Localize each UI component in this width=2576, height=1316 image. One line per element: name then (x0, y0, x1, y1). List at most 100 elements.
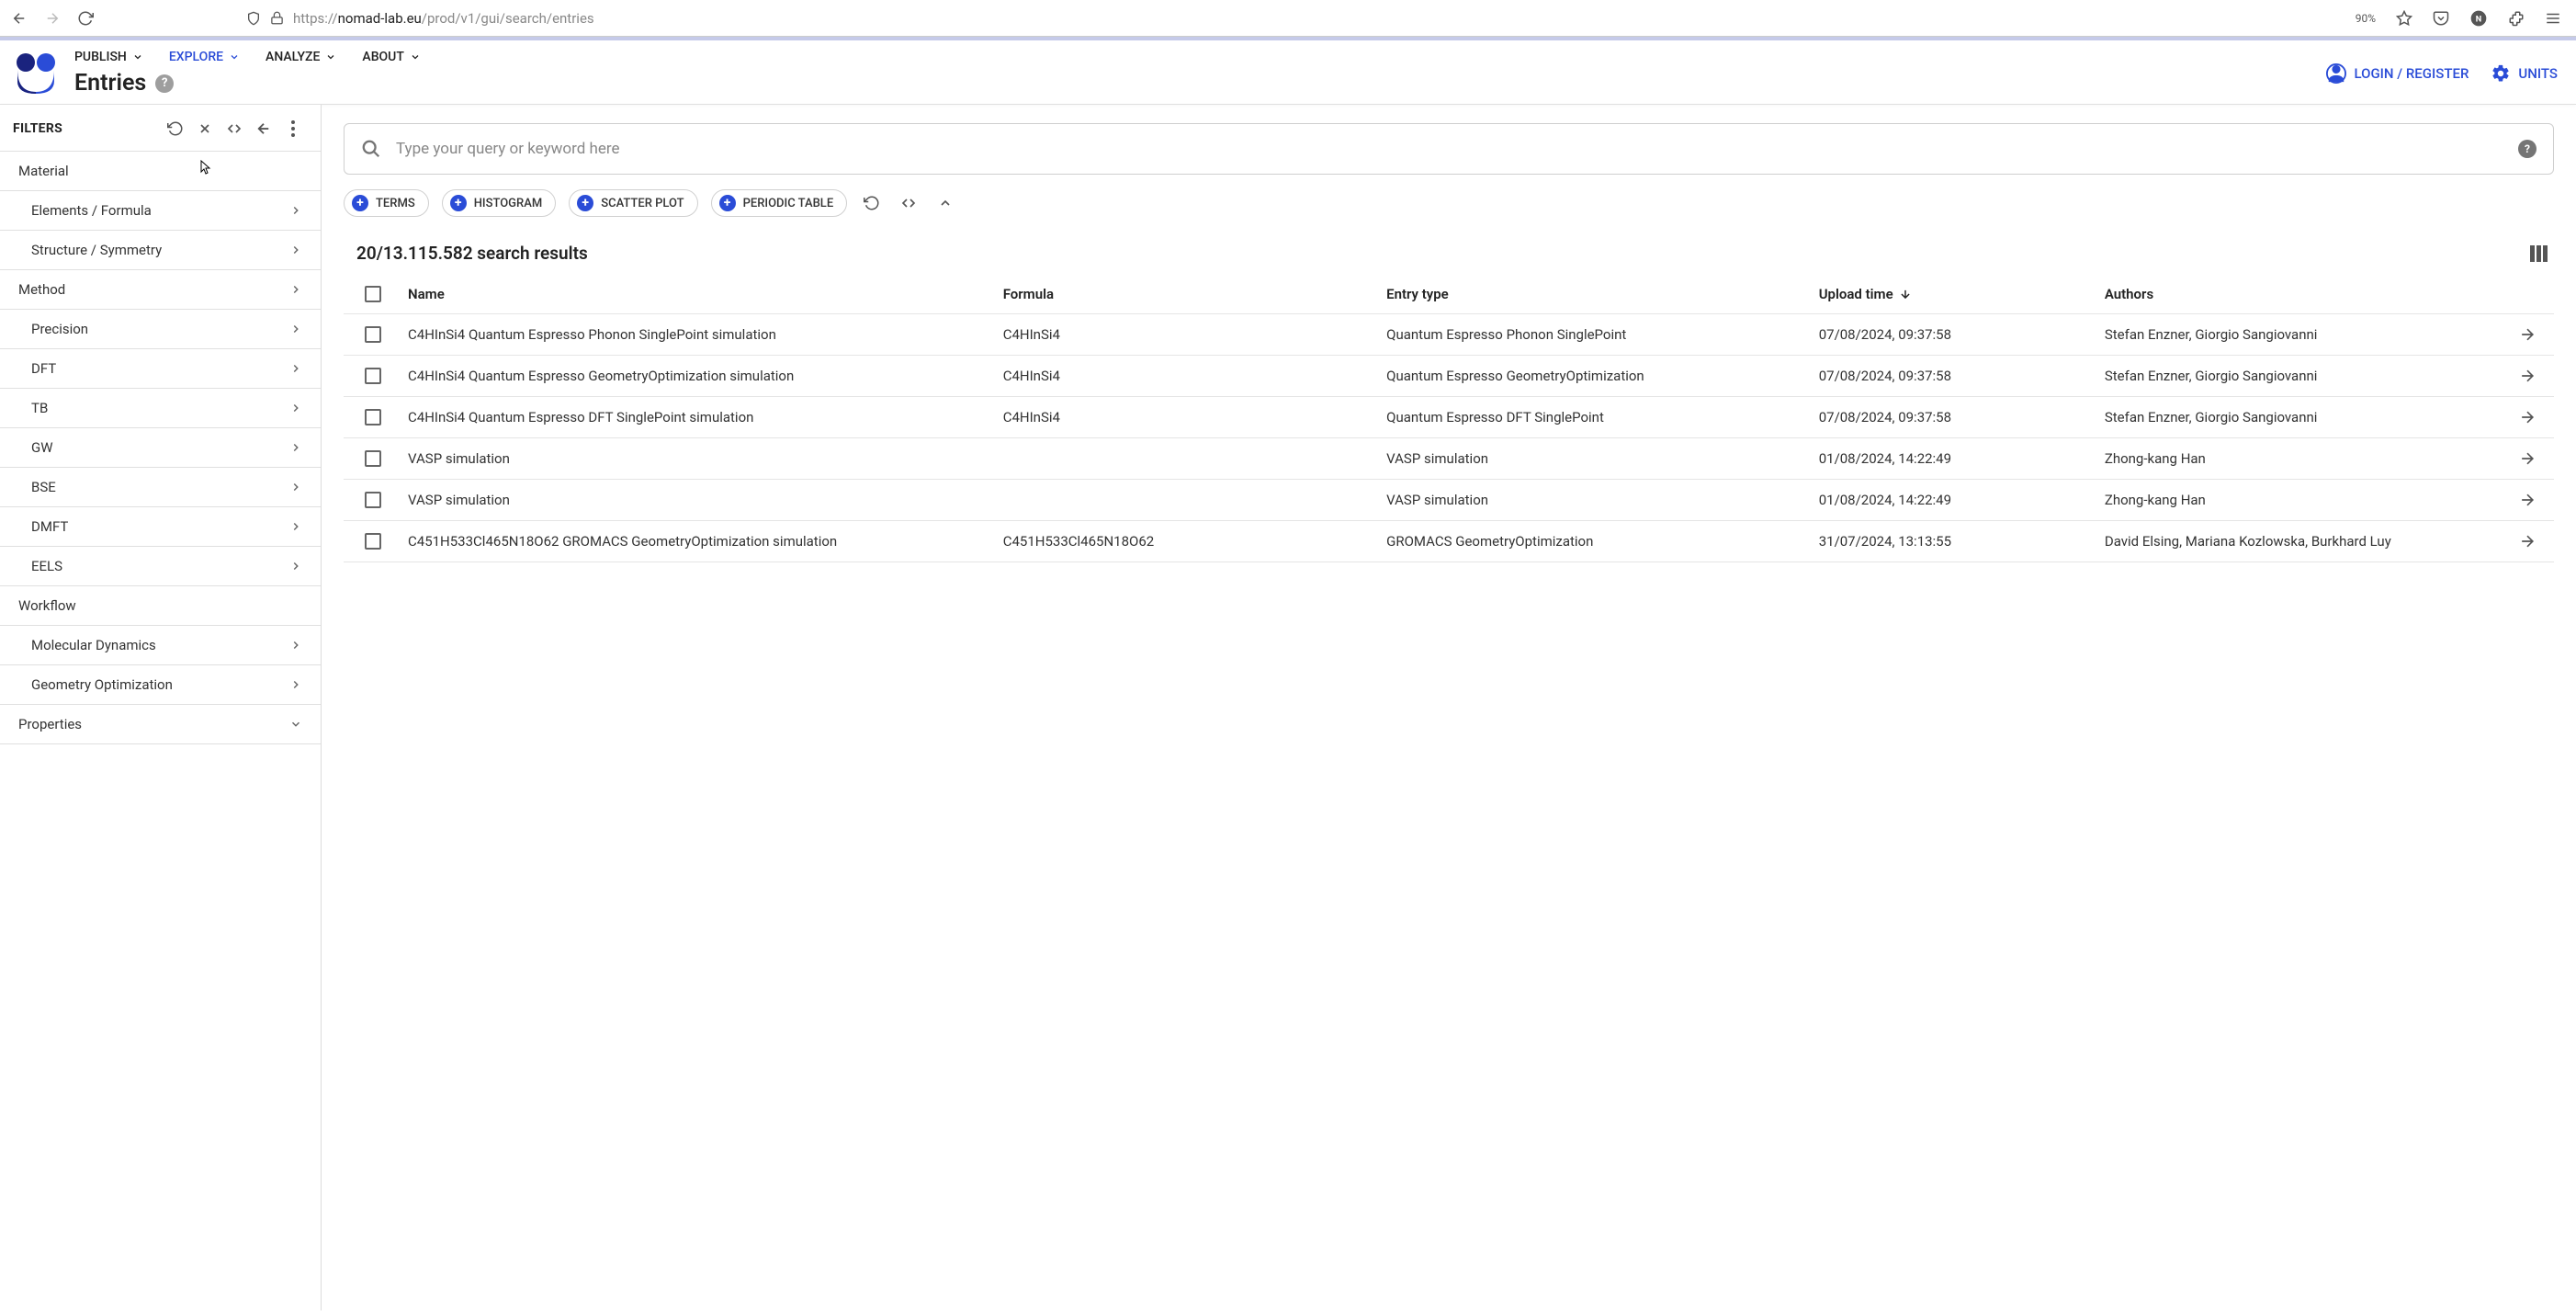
url-bar[interactable]: https://nomad-lab.eu/prod/v1/gui/search/… (293, 10, 594, 27)
search-help-icon[interactable]: ? (2518, 140, 2536, 158)
nav-label: EXPLORE (169, 50, 223, 64)
forward-button[interactable] (42, 8, 62, 28)
filter-item[interactable]: DMFT (0, 507, 321, 547)
open-row-icon[interactable] (2518, 408, 2536, 426)
col-name[interactable]: Name (408, 286, 994, 302)
table-row[interactable]: C4HInSi4 Quantum Espresso Phonon SingleP… (344, 314, 2554, 356)
filter-item[interactable]: TB (0, 389, 321, 428)
chevron-right-icon (289, 560, 302, 573)
more-filters-icon[interactable] (278, 116, 308, 142)
chevron-right-icon (289, 639, 302, 652)
row-checkbox[interactable] (365, 533, 381, 550)
nav-analyze[interactable]: ANALYZE (266, 50, 336, 64)
help-icon[interactable]: ? (155, 74, 174, 93)
sort-desc-icon (1899, 288, 1912, 301)
cell-entry-type: Quantum Espresso GeometryOptimization (1386, 368, 1810, 384)
widget-chips: +TERMS +HISTOGRAM +SCATTER PLOT +PERIODIC T… (344, 189, 2554, 217)
filter-item[interactable]: Molecular Dynamics (0, 626, 321, 665)
cell-name: C451H533Cl465N18O62 GROMACS GeometryOpti… (408, 533, 994, 550)
open-row-icon[interactable] (2518, 532, 2536, 550)
row-checkbox[interactable] (365, 368, 381, 384)
filter-item[interactable]: Elements / Formula (0, 191, 321, 231)
collapse-widgets-icon[interactable] (933, 191, 957, 215)
open-row-icon[interactable] (2518, 325, 2536, 344)
chip-scatter-plot[interactable]: +SCATTER PLOT (569, 189, 697, 217)
cell-entry-type: VASP simulation (1386, 492, 1810, 508)
nav-about[interactable]: ABOUT (362, 50, 420, 64)
collapse-sidebar-icon[interactable] (249, 116, 278, 142)
cell-upload-time: 07/08/2024, 09:37:58 (1819, 326, 2096, 343)
cell-upload-time: 07/08/2024, 09:37:58 (1819, 368, 2096, 384)
cell-authors: Stefan Enzner, Giorgio Sangiovanni (2105, 368, 2495, 384)
table-header: Name Formula Entry type Upload time Auth… (344, 275, 2554, 314)
reset-filters-icon[interactable] (161, 116, 190, 142)
row-checkbox[interactable] (365, 409, 381, 425)
chevron-right-icon (289, 678, 302, 691)
search-box[interactable]: ? (344, 123, 2554, 175)
cell-upload-time: 07/08/2024, 09:37:58 (1819, 409, 2096, 425)
column-view-icon[interactable] (2530, 245, 2548, 262)
nav-explore[interactable]: EXPLORE (169, 50, 240, 64)
table-row[interactable]: C451H533Cl465N18O62 GROMACS GeometryOpti… (344, 521, 2554, 562)
open-row-icon[interactable] (2518, 491, 2536, 509)
back-button[interactable] (9, 8, 29, 28)
table-row[interactable]: VASP simulationVASP simulation01/08/2024… (344, 480, 2554, 521)
row-checkbox[interactable] (365, 492, 381, 508)
code-view-icon[interactable] (220, 116, 249, 142)
table-row[interactable]: C4HInSi4 Quantum Espresso GeometryOptimi… (344, 356, 2554, 397)
select-all-checkbox[interactable] (365, 286, 381, 302)
table-row[interactable]: C4HInSi4 Quantum Espresso DFT SinglePoin… (344, 397, 2554, 438)
shield-icon[interactable] (246, 11, 261, 26)
filter-item[interactable]: GW (0, 428, 321, 468)
filters-heading: FILTERS (13, 121, 161, 136)
plus-icon: + (450, 195, 467, 211)
login-button[interactable]: LOGIN / REGISTER (2326, 63, 2469, 84)
bookmark-icon[interactable] (2396, 10, 2412, 27)
reset-widgets-icon[interactable] (860, 191, 884, 215)
chip-periodic-table[interactable]: +PERIODIC TABLE (711, 189, 848, 217)
reload-button[interactable] (75, 8, 96, 28)
table-row[interactable]: VASP simulationVASP simulation01/08/2024… (344, 438, 2554, 480)
chip-histogram[interactable]: +HISTOGRAM (442, 189, 557, 217)
col-entry-type[interactable]: Entry type (1386, 286, 1810, 302)
lock-icon[interactable] (270, 11, 284, 25)
chevron-right-icon (289, 441, 302, 454)
row-checkbox[interactable] (365, 450, 381, 467)
plus-icon: + (719, 195, 736, 211)
open-row-icon[interactable] (2518, 449, 2536, 468)
pocket-icon[interactable] (2433, 10, 2449, 27)
filter-item-label: Geometry Optimization (31, 676, 173, 693)
account-icon[interactable]: N (2469, 9, 2488, 28)
col-upload-time[interactable]: Upload time (1819, 286, 2096, 302)
filter-item[interactable]: Structure / Symmetry (0, 231, 321, 270)
zoom-level[interactable]: 90% (2356, 12, 2376, 25)
open-row-icon[interactable] (2518, 367, 2536, 385)
menu-icon[interactable] (2545, 10, 2561, 27)
units-button[interactable]: UNITS (2491, 63, 2558, 84)
extensions-icon[interactable] (2508, 10, 2525, 27)
clear-filters-icon[interactable] (190, 116, 220, 142)
logo[interactable] (14, 53, 58, 94)
nav-publish[interactable]: PUBLISH (74, 50, 143, 64)
filter-item[interactable]: BSE (0, 468, 321, 507)
row-checkbox[interactable] (365, 326, 381, 343)
filter-section-properties[interactable]: Properties (0, 705, 321, 744)
plus-icon: + (352, 195, 368, 211)
col-formula[interactable]: Formula (1003, 286, 1377, 302)
browser-toolbar: https://nomad-lab.eu/prod/v1/gui/search/… (0, 0, 2576, 37)
filter-item[interactable]: Precision (0, 310, 321, 349)
page-title: Entries (74, 70, 146, 96)
filter-item[interactable]: DFT (0, 349, 321, 389)
chip-terms[interactable]: +TERMS (344, 189, 429, 217)
col-authors[interactable]: Authors (2105, 286, 2495, 302)
cell-name: C4HInSi4 Quantum Espresso DFT SinglePoin… (408, 409, 994, 425)
filter-item[interactable]: Geometry Optimization (0, 665, 321, 705)
filter-item-label: Precision (31, 321, 88, 337)
code-widgets-icon[interactable] (897, 191, 921, 215)
filter-item[interactable]: EELS (0, 547, 321, 586)
cell-entry-type: GROMACS GeometryOptimization (1386, 533, 1810, 550)
filter-section-method[interactable]: Method (0, 270, 321, 310)
cell-authors: Zhong-kang Han (2105, 450, 2495, 467)
nav-label: ANALYZE (266, 50, 320, 64)
search-input[interactable] (396, 140, 2503, 158)
